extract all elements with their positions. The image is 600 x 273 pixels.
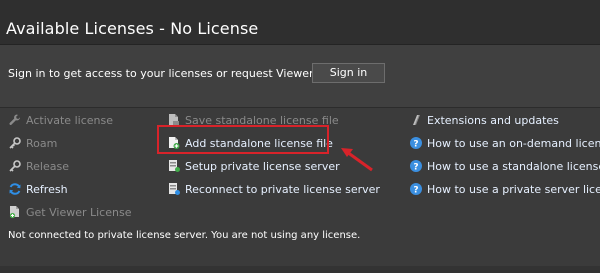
signin-button[interactable]: Sign in bbox=[312, 63, 385, 83]
extensions-icon bbox=[409, 113, 423, 127]
extensions-updates-item[interactable]: Extensions and updates bbox=[409, 112, 559, 128]
setup-private-license-server-label: Setup private license server bbox=[185, 159, 340, 173]
howto-private-label: How to use a private server license bbox=[427, 182, 600, 196]
release-label: Release bbox=[26, 159, 69, 173]
activate-license-label: Activate license bbox=[26, 113, 113, 127]
svg-text:?: ? bbox=[413, 186, 418, 196]
server-setup-icon bbox=[167, 159, 181, 173]
get-viewer-license-item[interactable]: Get Viewer License bbox=[8, 204, 131, 220]
svg-text:?: ? bbox=[413, 140, 418, 150]
howto-ondemand-label: How to use an on-demand license bbox=[427, 136, 600, 150]
howto-ondemand-item[interactable]: ? How to use an on-demand license bbox=[409, 135, 600, 151]
highlight-box bbox=[157, 125, 329, 154]
annotation-arrow-icon bbox=[337, 140, 377, 184]
signin-prompt: Sign in to get access to your licenses o… bbox=[8, 67, 359, 80]
help-icon: ? bbox=[409, 182, 423, 196]
howto-private-item[interactable]: ? How to use a private server license bbox=[409, 181, 600, 197]
get-viewer-license-label: Get Viewer License bbox=[26, 205, 132, 219]
page-title: Available Licenses - No License bbox=[6, 19, 259, 38]
wrench-icon bbox=[8, 113, 22, 127]
roam-label: Roam bbox=[26, 136, 58, 150]
title-bar: Available Licenses - No License bbox=[0, 0, 600, 45]
refresh-label: Refresh bbox=[26, 182, 68, 196]
activate-license-item[interactable]: Activate license bbox=[8, 112, 113, 128]
document-add-icon bbox=[8, 205, 22, 219]
roam-item[interactable]: Roam bbox=[8, 135, 57, 151]
help-icon: ? bbox=[409, 159, 423, 173]
extensions-updates-label: Extensions and updates bbox=[427, 113, 559, 127]
status-text: Not connected to private license server.… bbox=[8, 230, 361, 241]
release-item[interactable]: Release bbox=[8, 158, 69, 174]
reconnect-private-license-server-label: Reconnect to private license server bbox=[185, 182, 380, 196]
bottom-edge bbox=[0, 266, 600, 273]
divider bbox=[0, 107, 600, 108]
key-release-icon bbox=[8, 159, 22, 173]
key-icon bbox=[8, 136, 22, 150]
server-reconnect-icon bbox=[167, 182, 181, 196]
setup-private-license-server-item[interactable]: Setup private license server bbox=[167, 158, 340, 174]
signin-row: Sign in to get access to your licenses o… bbox=[0, 45, 600, 107]
refresh-icon bbox=[8, 182, 22, 196]
refresh-item[interactable]: Refresh bbox=[8, 181, 68, 197]
howto-standalone-label: How to use a standalone license bbox=[427, 159, 600, 173]
svg-text:?: ? bbox=[413, 163, 418, 173]
help-icon: ? bbox=[409, 136, 423, 150]
howto-standalone-item[interactable]: ? How to use a standalone license bbox=[409, 158, 600, 174]
